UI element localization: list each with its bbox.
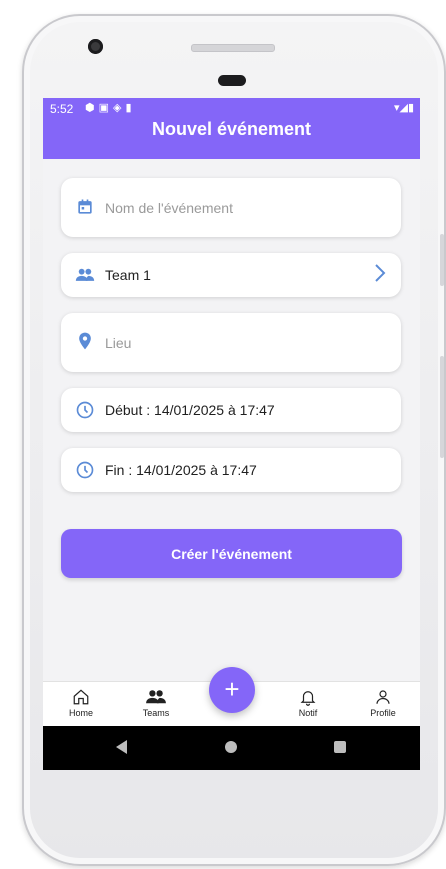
chevron-right-icon [373, 263, 387, 288]
volume-button [440, 234, 444, 286]
tab-home-label: Home [68, 708, 93, 718]
tab-home[interactable]: Home [51, 688, 111, 718]
home-circle-icon[interactable] [225, 741, 237, 753]
back-icon[interactable] [116, 740, 127, 754]
tab-profile-label: Profile [370, 708, 396, 718]
tab-teams-label: Teams [142, 708, 170, 718]
battery-icon: ▮ [407, 102, 414, 114]
app-header: 5:52 ⬢▣◈▮ ▾◢▮ Nouvel événement [43, 98, 420, 159]
tab-profile[interactable]: Profile [353, 688, 413, 718]
create-event-button[interactable]: Créer l'événement [61, 529, 402, 578]
clock-icon [75, 400, 95, 420]
end-datetime-label: Fin : 14/01/2025 à 17:47 [105, 462, 257, 478]
team-value: Team 1 [105, 267, 151, 283]
power-button [440, 356, 444, 458]
tab-notif-label: Notif [298, 708, 318, 718]
earpiece-speaker [191, 44, 275, 52]
team-selector[interactable]: Team 1 [61, 253, 401, 297]
status-time: 5:52 [50, 102, 74, 116]
tab-teams[interactable]: Teams [126, 688, 186, 718]
end-datetime-picker[interactable]: Fin : 14/01/2025 à 17:47 [61, 448, 401, 492]
plus-icon: + [224, 674, 240, 704]
people-icon [146, 690, 166, 704]
people-icon [75, 265, 95, 285]
home-icon [73, 689, 89, 705]
page-title: Nouvel événement [151, 119, 312, 139]
front-camera [88, 39, 103, 54]
event-name-field[interactable]: Nom de l'événement [61, 178, 401, 237]
calendar-icon [75, 197, 95, 217]
start-datetime-label: Début : 14/01/2025 à 17:47 [105, 402, 275, 418]
clock-icon [75, 460, 95, 480]
system-nav-bar [43, 726, 420, 770]
app-screen: 5:52 ⬢▣◈▮ ▾◢▮ Nouvel événement Nom de l'… [43, 98, 420, 770]
recent-apps-icon[interactable] [334, 741, 346, 753]
sim-icon: ▮ [125, 102, 136, 114]
event-name-placeholder: Nom de l'événement [105, 200, 233, 216]
tab-notif[interactable]: Notif [278, 688, 338, 718]
status-notification-icons: ⬢▣◈▮ [85, 101, 136, 114]
a-icon: ▣ [98, 102, 114, 114]
bell-icon [300, 691, 316, 706]
signal-icon: ◢ [399, 102, 408, 114]
location-placeholder: Lieu [105, 335, 132, 351]
play-icon: ◈ [113, 102, 126, 114]
user-icon [376, 690, 390, 704]
location-pin-icon [75, 331, 95, 351]
sensor-pill [218, 75, 246, 86]
start-datetime-picker[interactable]: Début : 14/01/2025 à 17:47 [61, 388, 401, 432]
status-system-icons: ▾◢▮ [394, 101, 414, 114]
add-button[interactable]: + [209, 667, 255, 713]
location-field[interactable]: Lieu [61, 313, 401, 372]
android-icon: ⬢ [85, 102, 99, 114]
